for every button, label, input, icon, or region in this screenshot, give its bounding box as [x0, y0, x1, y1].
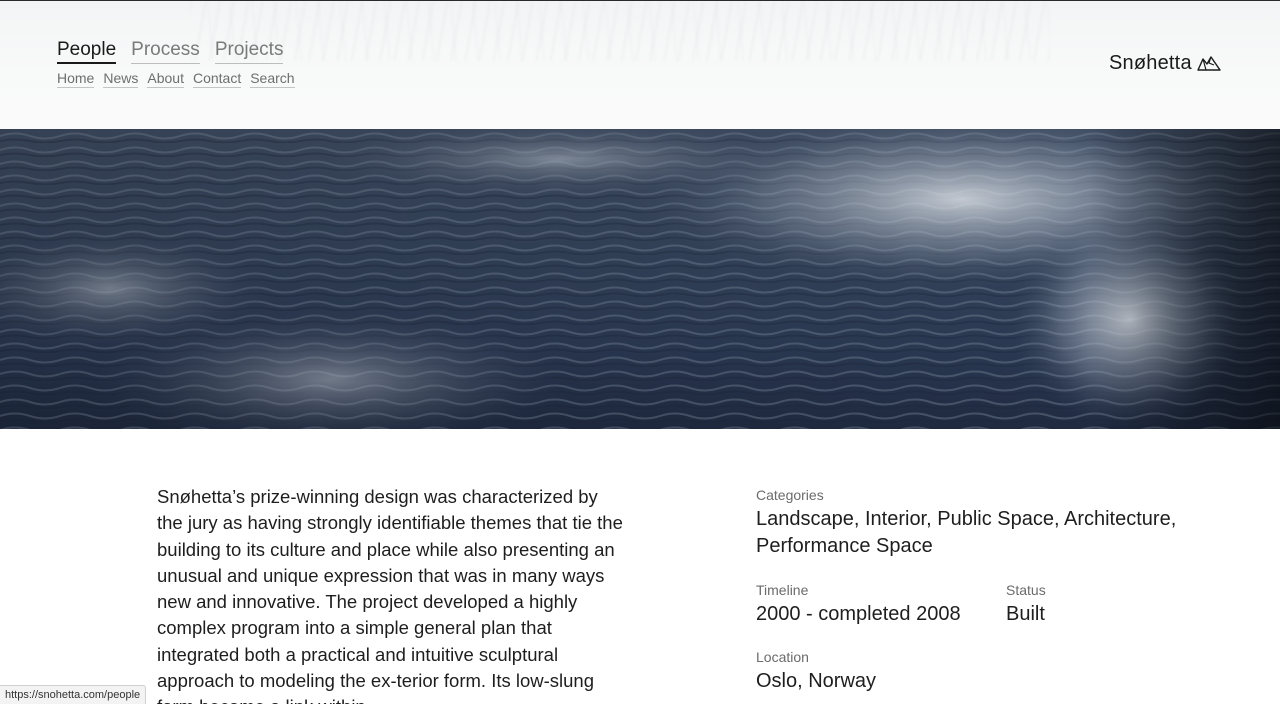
categories-label: Categories	[756, 487, 824, 503]
nav-projects-link[interactable]: Projects	[214, 39, 284, 64]
mountain-logo-icon	[1197, 56, 1221, 71]
nav-home-link[interactable]: Home	[57, 70, 95, 88]
status-value: Built	[1006, 603, 1045, 625]
water-surface-image	[0, 129, 1280, 429]
categories-value: Landscape, Interior, Public Space, Archi…	[756, 508, 1177, 557]
nav-process-link[interactable]: Process	[131, 39, 200, 64]
project-description: Snøhetta’s prize-winning design was char…	[157, 486, 623, 704]
nav-people-link[interactable]: People	[57, 39, 117, 64]
location-label: Location	[756, 649, 809, 665]
timeline-value: 2000 - completed 2008	[756, 603, 961, 625]
header-background-texture	[190, 1, 1050, 61]
site-header: People Process Projects Home News About …	[0, 1, 1280, 129]
nav-about-link[interactable]: About	[147, 70, 184, 88]
project-content: Snøhetta’s prize-winning design was char…	[0, 429, 1280, 704]
hero-water-image	[0, 129, 1280, 429]
brand-name: Snøhetta	[1109, 52, 1192, 74]
secondary-nav: Home News About Contact Search	[57, 70, 295, 88]
brand-logo-link[interactable]: Snøhetta	[1109, 51, 1221, 75]
timeline-label: Timeline	[756, 582, 809, 598]
nav-search-link[interactable]: Search	[250, 70, 295, 88]
location-value: Oslo, Norway	[756, 670, 877, 692]
nav-news-link[interactable]: News	[103, 70, 139, 88]
link-preview-status-bar: https://snohetta.com/people	[0, 685, 147, 704]
primary-nav: People Process Projects	[57, 39, 284, 64]
nav-contact-link[interactable]: Contact	[192, 70, 242, 88]
status-label: Status	[1006, 582, 1046, 598]
